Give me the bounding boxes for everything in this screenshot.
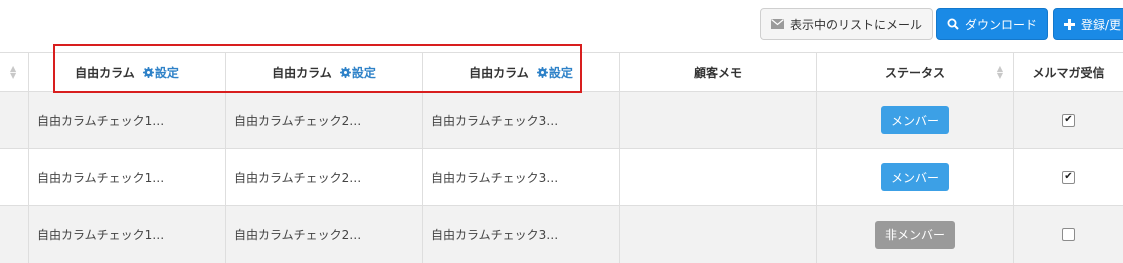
free-column-1-cell: 自由カラムチェック1…	[29, 92, 226, 148]
row-select-cell	[0, 206, 29, 263]
header-free-column-1: 自由カラム 設定	[29, 53, 226, 91]
header-memo: 顧客メモ	[620, 53, 817, 91]
free-column-3-cell: 自由カラムチェック3…	[423, 149, 620, 205]
status-badge[interactable]: メンバー	[881, 163, 949, 191]
setting-label: 設定	[548, 65, 573, 80]
memo-cell	[620, 149, 817, 205]
register-button[interactable]: 登録/更	[1053, 8, 1123, 40]
row-select-cell	[0, 149, 29, 205]
gear-icon	[142, 66, 154, 78]
gear-icon	[536, 66, 548, 78]
status-cell: 非メンバー	[817, 206, 1014, 263]
download-label: ダウンロード	[965, 17, 1038, 32]
free-column-3-cell: 自由カラムチェック3…	[423, 206, 620, 263]
free-column-1-setting-link[interactable]: 設定	[142, 64, 179, 81]
table-header: ▲ ▼ 自由カラム 設定 自由カラム 設定 自由カラム 設定 顧客メモ ステータ…	[0, 52, 1123, 92]
free-column-2-title: 自由カラム	[272, 65, 332, 80]
mailmag-checkbox[interactable]: ✔	[1062, 170, 1075, 184]
table-row[interactable]: 自由カラムチェック1… 自由カラムチェック2… 自由カラムチェック3… メンバー…	[0, 92, 1123, 149]
gear-icon	[339, 66, 351, 78]
mailmag-cell	[1014, 206, 1123, 263]
free-column-3-title: 自由カラム	[469, 65, 529, 80]
status-title: ステータス	[884, 65, 945, 80]
toolbar: 表示中のリストにメール ダウンロード 登録/更	[0, 0, 1123, 52]
mailmag-cell: ✔	[1014, 149, 1123, 205]
search-icon	[947, 18, 959, 30]
free-column-2-cell: 自由カラムチェック2…	[226, 92, 423, 148]
sort-icon[interactable]: ▲ ▼	[10, 65, 16, 80]
table-row[interactable]: 自由カラムチェック1… 自由カラムチェック2… 自由カラムチェック3… 非メンバ…	[0, 206, 1123, 263]
mailmag-checkbox[interactable]	[1062, 228, 1075, 241]
envelope-icon	[771, 19, 784, 29]
mail-list-label: 表示中のリストにメール	[790, 17, 923, 32]
free-column-2-setting-link[interactable]: 設定	[339, 64, 376, 81]
sort-icon[interactable]: ▲ ▼	[997, 65, 1003, 80]
register-label: 登録/更	[1081, 17, 1122, 32]
download-button[interactable]: ダウンロード	[936, 8, 1048, 40]
mailmag-cell: ✔	[1014, 92, 1123, 148]
header-free-column-2: 自由カラム 設定	[226, 53, 423, 91]
status-cell: メンバー	[817, 92, 1014, 148]
mail-list-button[interactable]: 表示中のリストにメール	[760, 8, 933, 40]
status-cell: メンバー	[817, 149, 1014, 205]
setting-label: 設定	[154, 65, 179, 80]
memo-cell	[620, 92, 817, 148]
row-select-cell	[0, 92, 29, 148]
header-free-column-3: 自由カラム 設定	[423, 53, 620, 91]
free-column-3-setting-link[interactable]: 設定	[536, 64, 573, 81]
free-column-1-cell: 自由カラムチェック1…	[29, 149, 226, 205]
free-column-2-cell: 自由カラムチェック2…	[226, 206, 423, 263]
memo-cell	[620, 206, 817, 263]
mailmag-title: メルマガ受信	[1032, 65, 1105, 80]
header-status[interactable]: ステータス ▲ ▼	[817, 53, 1014, 91]
header-mailmag: メルマガ受信	[1014, 53, 1123, 91]
status-badge[interactable]: メンバー	[881, 106, 949, 134]
plus-icon	[1064, 18, 1075, 30]
mailmag-checkbox[interactable]: ✔	[1062, 113, 1075, 127]
table-row[interactable]: 自由カラムチェック1… 自由カラムチェック2… 自由カラムチェック3… メンバー…	[0, 149, 1123, 206]
setting-label: 設定	[351, 65, 376, 80]
header-select-column[interactable]: ▲ ▼	[0, 53, 29, 91]
free-column-1-cell: 自由カラムチェック1…	[29, 206, 226, 263]
free-column-3-cell: 自由カラムチェック3…	[423, 92, 620, 148]
memo-title: 顧客メモ	[693, 65, 742, 80]
free-column-2-cell: 自由カラムチェック2…	[226, 149, 423, 205]
free-column-1-title: 自由カラム	[75, 65, 135, 80]
status-badge[interactable]: 非メンバー	[875, 220, 955, 249]
